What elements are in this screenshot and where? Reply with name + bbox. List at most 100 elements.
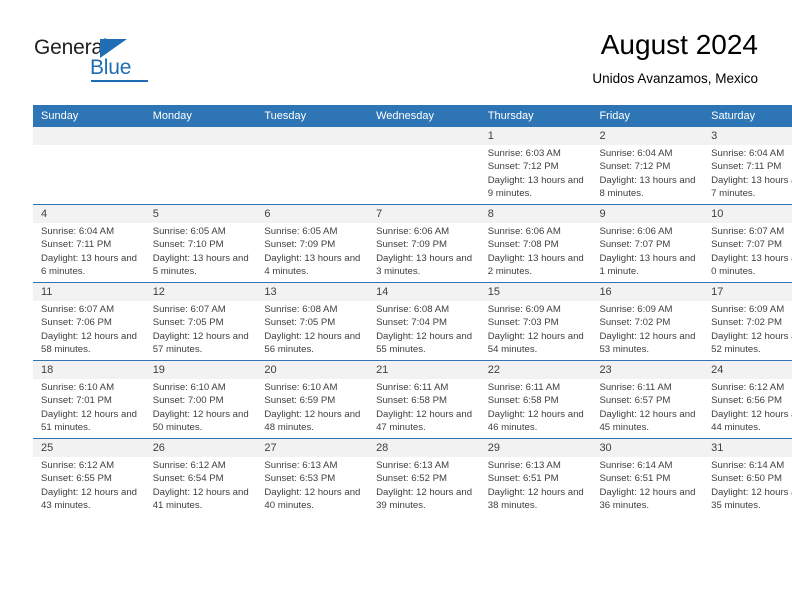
daylight-text: Daylight: 12 hours and 36 minutes. (599, 486, 696, 511)
sunrise-text: Sunrise: 6:08 AM (264, 304, 338, 315)
calendar-day-cell[interactable]: 7 Sunrise: 6:06 AM Sunset: 7:09 PM Daylight… (368, 204, 480, 283)
sunset-text: Sunset: 6:51 PM (487, 473, 559, 485)
sunrise-text: Sunrise: 6:10 AM (152, 382, 226, 393)
calendar-day-cell[interactable]: 17 Sunrise: 6:09 AM Sunset: 7:02 PM Dayligh… (703, 282, 792, 361)
calendar-day-cell[interactable]: 22 Sunrise: 6:11 AM Sunset: 6:58 PM Dayligh… (479, 360, 592, 439)
calendar-day-cell[interactable]: 24 Sunrise: 6:12 AM Sunset: 6:56 PM Dayligh… (703, 360, 792, 439)
daylight-text: Daylight: 13 hours and 6 minutes. (41, 252, 137, 277)
day-details: Sunrise: 6:06 AM Sunset: 7:09 PM Daylight:… (368, 223, 480, 278)
day-number (256, 127, 369, 145)
calendar-day-cell[interactable]: 29 Sunrise: 6:13 AM Sunset: 6:51 PM Dayligh… (479, 438, 592, 516)
day-details: Sunrise: 6:10 AM Sunset: 7:01 PM Daylight:… (33, 379, 145, 434)
day-details: Sunrise: 6:06 AM Sunset: 7:08 PM Daylight:… (480, 223, 592, 278)
calendar-body: 1 Sunrise: 6:03 AM Sunset: 7:12 PM Daylight… (33, 127, 792, 516)
page-subtitle: Unidos Avanzamos, Mexico (592, 71, 758, 86)
daylight-text: Daylight: 12 hours and 51 minutes. (41, 408, 137, 433)
day-number: 11 (33, 283, 145, 301)
day-details: Sunrise: 6:09 AM Sunset: 7:03 PM Daylight:… (480, 301, 592, 356)
calendar-day-cell[interactable]: 12 Sunrise: 6:07 AM Sunset: 7:05 PM Dayligh… (144, 282, 257, 361)
sunrise-text: Sunrise: 6:04 AM (599, 148, 673, 159)
calendar-day-cell[interactable]: 13 Sunrise: 6:08 AM Sunset: 7:05 PM Dayligh… (256, 282, 369, 361)
day-number (144, 127, 257, 145)
day-number: 24 (703, 361, 792, 379)
calendar-day-cell[interactable]: 6 Sunrise: 6:05 AM Sunset: 7:09 PM Daylight… (256, 204, 369, 283)
day-details: Sunrise: 6:07 AM Sunset: 7:07 PM Daylight:… (703, 223, 792, 278)
calendar-week-row: 11 Sunrise: 6:07 AM Sunset: 7:06 PM Dayligh… (33, 282, 792, 361)
calendar-day-cell[interactable]: 28 Sunrise: 6:13 AM Sunset: 6:52 PM Dayligh… (368, 438, 480, 516)
calendar-day-cell[interactable]: 26 Sunrise: 6:12 AM Sunset: 6:54 PM Dayligh… (144, 438, 257, 516)
calendar-day-cell[interactable]: 20 Sunrise: 6:10 AM Sunset: 6:59 PM Dayligh… (256, 360, 369, 439)
daylight-text: Daylight: 13 hours and 5 minutes. (152, 252, 249, 277)
sunset-text: Sunset: 6:59 PM (264, 395, 336, 407)
day-details: Sunrise: 6:12 AM Sunset: 6:54 PM Daylight:… (145, 457, 257, 512)
general-blue-logo[interactable]: General Blue (34, 36, 194, 82)
day-number: 15 (479, 283, 592, 301)
calendar-day-cell[interactable]: 14 Sunrise: 6:08 AM Sunset: 7:04 PM Dayligh… (368, 282, 480, 361)
day-cell-content: 22 Sunrise: 6:11 AM Sunset: 6:58 PM Dayligh… (479, 361, 592, 438)
day-details: Sunrise: 6:10 AM Sunset: 6:59 PM Daylight:… (256, 379, 368, 434)
logo-text-blue: Blue (90, 56, 132, 79)
calendar-day-cell[interactable]: 19 Sunrise: 6:10 AM Sunset: 7:00 PM Dayligh… (144, 360, 257, 439)
calendar-day-cell[interactable]: 5 Sunrise: 6:05 AM Sunset: 7:10 PM Daylight… (144, 204, 257, 283)
day-number: 9 (591, 205, 704, 223)
calendar-day-cell[interactable]: 11 Sunrise: 6:07 AM Sunset: 7:06 PM Dayligh… (33, 282, 145, 361)
calendar-day-cell[interactable]: 3 Sunrise: 6:04 AM Sunset: 7:11 PM Daylight… (703, 127, 792, 205)
day-number: 13 (256, 283, 369, 301)
calendar-day-cell[interactable]: 1 Sunrise: 6:03 AM Sunset: 7:12 PM Daylight… (479, 127, 592, 205)
daylight-text: Daylight: 13 hours and 4 minutes. (264, 252, 361, 277)
calendar-day-cell[interactable]: 27 Sunrise: 6:13 AM Sunset: 6:53 PM Dayligh… (256, 438, 369, 516)
sunset-text: Sunset: 6:57 PM (599, 395, 671, 407)
sunrise-text: Sunrise: 6:06 AM (599, 226, 673, 237)
sunset-text: Sunset: 7:08 PM (487, 239, 559, 251)
calendar-day-cell[interactable]: 30 Sunrise: 6:14 AM Sunset: 6:51 PM Dayligh… (591, 438, 704, 516)
sunset-text: Sunset: 7:03 PM (487, 317, 559, 329)
calendar-day-cell[interactable]: 15 Sunrise: 6:09 AM Sunset: 7:03 PM Dayligh… (479, 282, 592, 361)
day-cell-content: 7 Sunrise: 6:06 AM Sunset: 7:09 PM Daylight… (368, 205, 480, 282)
calendar-week-row: 25 Sunrise: 6:12 AM Sunset: 6:55 PM Dayligh… (33, 438, 792, 516)
calendar-day-cell[interactable]: 23 Sunrise: 6:11 AM Sunset: 6:57 PM Dayligh… (591, 360, 704, 439)
day-number: 18 (33, 361, 145, 379)
daylight-text: Daylight: 12 hours and 57 minutes. (152, 330, 249, 355)
calendar-day-cell[interactable]: 18 Sunrise: 6:10 AM Sunset: 7:01 PM Dayligh… (33, 360, 145, 439)
day-cell-content: 8 Sunrise: 6:06 AM Sunset: 7:08 PM Daylight… (479, 205, 592, 282)
day-cell-content (256, 127, 369, 204)
calendar-week-row: 4 Sunrise: 6:04 AM Sunset: 7:11 PM Daylight… (33, 204, 792, 283)
day-details: Sunrise: 6:07 AM Sunset: 7:06 PM Daylight:… (33, 301, 145, 356)
calendar-day-cell (368, 127, 480, 205)
sunrise-text: Sunrise: 6:07 AM (711, 226, 785, 237)
calendar-day-cell[interactable]: 25 Sunrise: 6:12 AM Sunset: 6:55 PM Dayligh… (33, 438, 145, 516)
page-header: General Blue August 2024 Unidos Avanzamo… (0, 0, 792, 104)
day-number: 21 (368, 361, 480, 379)
calendar-day-cell[interactable]: 21 Sunrise: 6:11 AM Sunset: 6:58 PM Dayligh… (368, 360, 480, 439)
weekday-header-friday: Friday (591, 105, 704, 127)
day-cell-content: 18 Sunrise: 6:10 AM Sunset: 7:01 PM Dayligh… (33, 361, 145, 438)
calendar-day-cell[interactable]: 4 Sunrise: 6:04 AM Sunset: 7:11 PM Daylight… (33, 204, 145, 283)
calendar-day-cell (144, 127, 257, 205)
sunrise-text: Sunrise: 6:04 AM (41, 226, 115, 237)
day-details: Sunrise: 6:11 AM Sunset: 6:58 PM Daylight:… (480, 379, 592, 434)
calendar-day-cell[interactable]: 9 Sunrise: 6:06 AM Sunset: 7:07 PM Daylight… (591, 204, 704, 283)
daylight-text: Daylight: 13 hours and 2 minutes. (487, 252, 584, 277)
calendar-day-cell[interactable]: 10 Sunrise: 6:07 AM Sunset: 7:07 PM Dayligh… (703, 204, 792, 283)
sunset-text: Sunset: 7:10 PM (152, 239, 224, 251)
day-details: Sunrise: 6:10 AM Sunset: 7:00 PM Daylight:… (145, 379, 257, 434)
day-cell-content: 17 Sunrise: 6:09 AM Sunset: 7:02 PM Dayligh… (703, 283, 792, 360)
calendar-day-cell[interactable]: 8 Sunrise: 6:06 AM Sunset: 7:08 PM Daylight… (479, 204, 592, 283)
sunrise-text: Sunrise: 6:08 AM (376, 304, 450, 315)
day-number: 1 (479, 127, 592, 145)
day-cell-content: 5 Sunrise: 6:05 AM Sunset: 7:10 PM Daylight… (144, 205, 257, 282)
sunrise-text: Sunrise: 6:11 AM (376, 382, 449, 393)
daylight-text: Daylight: 12 hours and 45 minutes. (599, 408, 696, 433)
day-number (33, 127, 145, 145)
calendar-day-cell[interactable]: 31 Sunrise: 6:14 AM Sunset: 6:50 PM Dayligh… (703, 438, 792, 516)
logo-underline (91, 80, 148, 82)
day-number: 26 (144, 439, 257, 457)
sunset-text: Sunset: 7:05 PM (264, 317, 336, 329)
calendar-day-cell[interactable]: 16 Sunrise: 6:09 AM Sunset: 7:02 PM Dayligh… (591, 282, 704, 361)
weekday-header-saturday: Saturday (703, 105, 792, 127)
sunset-text: Sunset: 7:11 PM (711, 161, 782, 173)
calendar-day-cell[interactable]: 2 Sunrise: 6:04 AM Sunset: 7:12 PM Daylight… (591, 127, 704, 205)
weekday-header-monday: Monday (144, 105, 257, 127)
sunset-text: Sunset: 7:12 PM (599, 161, 671, 173)
sunset-text: Sunset: 7:11 PM (41, 239, 112, 251)
